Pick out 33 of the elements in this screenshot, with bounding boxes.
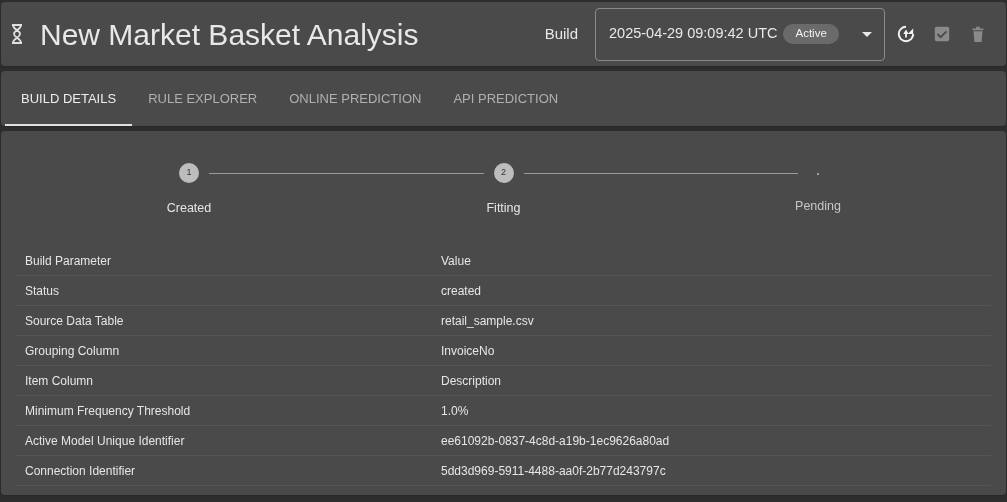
table-cell-text: Active Model Unique Identifier — [24, 432, 186, 450]
table-cell-text: Grouping Column — [24, 342, 121, 360]
hourglass-icon — [10, 24, 24, 44]
status-badge: Active — [783, 24, 839, 44]
column-header: Build Parameter — [24, 252, 113, 270]
step-label: Fitting — [486, 200, 521, 217]
build-label: Build — [544, 23, 578, 44]
column-header: Value — [441, 252, 471, 270]
table-cell-text: Status — [24, 282, 61, 300]
step-number: 2 — [493, 163, 514, 183]
checkbox-icon — [933, 25, 951, 43]
table-cell-text: ee61092b-0837-4c8d-a19b-1ec9626a80ad — [441, 432, 670, 450]
table-cell-text: InvoiceNo — [441, 342, 495, 360]
step-number: 1 — [179, 163, 199, 183]
table-cell-text: Item Column — [24, 372, 95, 390]
page-title: New Market Basket Analysis — [40, 16, 419, 53]
caret-icon — [862, 31, 872, 37]
tab[interactable]: BUILD DETAILS — [5, 71, 133, 126]
tab[interactable]: RULE EXPLORER — [132, 71, 274, 126]
table-cell-text: Source Data Table — [24, 312, 125, 330]
tab[interactable]: ONLINE PREDICTION — [273, 71, 438, 126]
step-label: Created — [166, 200, 212, 217]
table-cell-text: Connection Identifier — [24, 462, 137, 480]
table-cell-text: 5dd3d969-5911-4488-aa0f-2b77d243797c — [441, 462, 666, 480]
table-cell-text: 1.0% — [441, 402, 469, 420]
table-cell-text: Minimum Frequency Threshold — [24, 402, 192, 420]
build-select[interactable]: 2025-04-29 09:09:42 UTC Active — [595, 7, 885, 61]
table-cell-text: created — [441, 282, 482, 300]
tab[interactable]: API PREDICTION — [437, 71, 575, 126]
table-cell-text: Description — [441, 372, 502, 390]
table-cell-text: retail_sample.csv — [441, 312, 534, 330]
step-label: Pending — [795, 198, 841, 215]
refresh-icon — [897, 25, 915, 43]
